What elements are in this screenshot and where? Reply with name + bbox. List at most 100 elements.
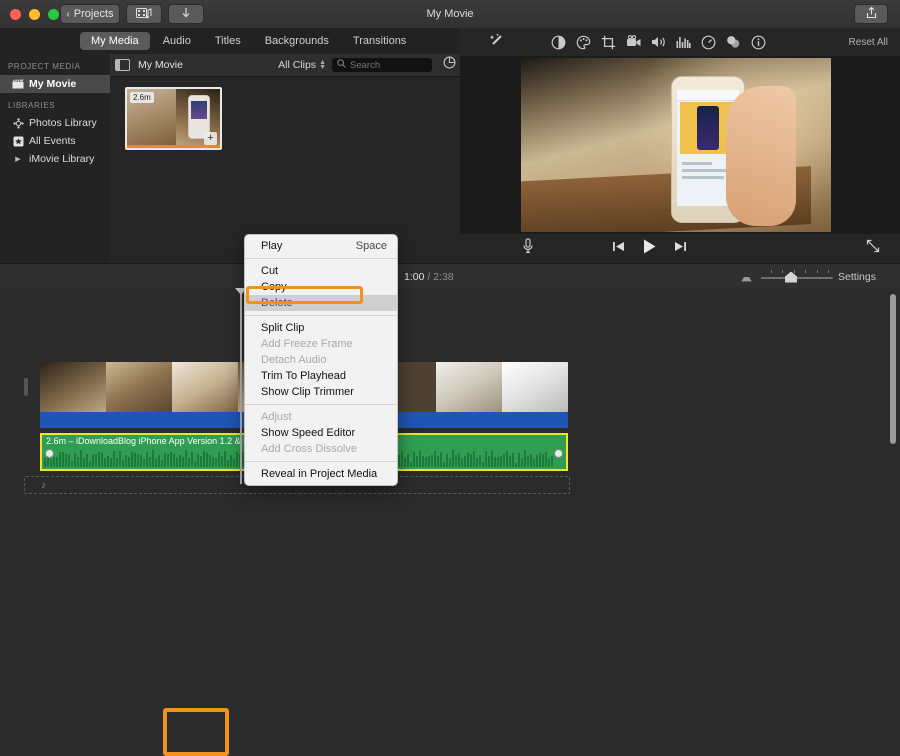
video-viewer[interactable] xyxy=(460,56,900,234)
menu-item-label: Add Freeze Frame xyxy=(261,338,353,350)
sidebar-section-project-media: Project Media xyxy=(8,62,81,71)
timeline-toolbar: 1:00 / 2:38 Settings xyxy=(0,263,900,290)
menu-item-cut[interactable]: Cut xyxy=(245,263,397,279)
info-icon[interactable] xyxy=(750,34,767,51)
color-balance-icon[interactable] xyxy=(550,34,567,51)
search-input[interactable]: Search xyxy=(332,58,432,72)
menu-separator xyxy=(245,315,397,316)
reset-all-button[interactable]: Reset All xyxy=(849,37,888,48)
tab-audio[interactable]: Audio xyxy=(152,32,202,50)
menu-item-trim-to-playhead[interactable]: Trim To Playhead xyxy=(245,368,397,384)
slider-knob[interactable] xyxy=(785,271,798,283)
menu-item-reveal-in-project-media[interactable]: Reveal in Project Media xyxy=(245,466,397,482)
microphone-icon[interactable] xyxy=(522,238,534,259)
sidebar-item-my-movie[interactable]: My Movie xyxy=(0,75,110,93)
menu-separator xyxy=(245,258,397,259)
menu-item-label: Detach Audio xyxy=(261,354,327,366)
context-menu[interactable]: Play Space Cut Copy Delete Split Clip Add Free… xyxy=(244,234,398,486)
settings-button[interactable]: Settings xyxy=(838,271,876,283)
preview-pane: Reset All xyxy=(460,28,900,263)
timeline[interactable]: 2.6m – iDownloadBlog iPhone App Version … xyxy=(0,288,900,756)
menu-item-add-freeze-frame: Add Freeze Frame xyxy=(245,336,397,352)
clapperboard-icon xyxy=(12,78,24,90)
app-card-image xyxy=(697,106,719,150)
menu-item-show-speed-editor[interactable]: Show Speed Editor xyxy=(245,425,397,441)
media-clip-thumbnail[interactable]: 2.6m + xyxy=(125,87,222,150)
search-placeholder: Search xyxy=(350,59,381,71)
sidebar-item-imovie-library[interactable]: ▶ iMovie Library xyxy=(0,150,110,168)
title-bar: ‹ Projects My Movie xyxy=(0,0,900,29)
sidebar-item-label: My Movie xyxy=(29,78,77,90)
clip-selection-strip xyxy=(127,145,220,148)
share-button[interactable] xyxy=(854,4,888,24)
fade-handle-left[interactable] xyxy=(45,449,54,458)
menu-item-play[interactable]: Play Space xyxy=(245,238,397,254)
transport-controls xyxy=(460,234,900,263)
menu-item-label: Adjust xyxy=(261,411,292,423)
tab-my-media[interactable]: My Media xyxy=(80,32,150,50)
total-time: 2:38 xyxy=(433,270,454,283)
clip-filter-dropdown[interactable]: All Clips ▲ ▼ xyxy=(278,59,326,71)
menu-item-adjust: Adjust xyxy=(245,409,397,425)
crop-icon[interactable] xyxy=(600,34,617,51)
zoom-out-icon[interactable] xyxy=(741,272,752,281)
playhead[interactable] xyxy=(235,288,247,484)
enhance-button[interactable] xyxy=(482,32,512,53)
skip-next-icon[interactable] xyxy=(674,240,687,258)
tab-titles[interactable]: Titles xyxy=(204,32,252,50)
hand xyxy=(726,86,796,226)
timecode-display: 1:00 / 2:38 xyxy=(404,271,454,283)
video-frame-thumbnail xyxy=(106,362,172,412)
star-icon xyxy=(12,135,24,147)
stabilization-icon[interactable] xyxy=(625,34,642,51)
adjustment-icons xyxy=(550,34,767,51)
disclosure-triangle-icon[interactable]: ▶ xyxy=(12,153,24,165)
video-frame-thumbnail xyxy=(436,362,502,412)
window-title: My Movie xyxy=(426,8,474,20)
magic-wand-icon xyxy=(489,32,505,53)
fade-handle-right[interactable] xyxy=(554,449,563,458)
sidebar-item-label: Photos Library xyxy=(29,117,97,129)
sidebar-item-all-events[interactable]: All Events xyxy=(0,132,110,150)
menu-item-show-clip-trimmer[interactable]: Show Clip Trimmer xyxy=(245,384,397,400)
zoom-slider[interactable] xyxy=(761,269,834,283)
tab-transitions[interactable]: Transitions xyxy=(342,32,417,50)
app-text-line xyxy=(682,176,724,179)
search-icon xyxy=(337,59,346,71)
playback-buttons xyxy=(612,238,687,260)
tab-list: My Media Audio Titles Backgrounds Transi… xyxy=(80,28,417,54)
speed-icon[interactable] xyxy=(700,34,717,51)
volume-icon[interactable] xyxy=(650,34,667,51)
play-icon[interactable] xyxy=(641,238,658,260)
menu-item-label: Show Speed Editor xyxy=(261,427,356,439)
menu-item-add-cross-dissolve: Add Cross Dissolve xyxy=(245,441,397,457)
skip-previous-icon[interactable] xyxy=(612,240,625,258)
timeline-grip[interactable] xyxy=(24,378,28,396)
menu-item-split-clip[interactable]: Split Clip xyxy=(245,320,397,336)
equalizer-icon[interactable] xyxy=(675,34,692,51)
slider-track xyxy=(761,276,834,279)
color-correction-icon[interactable] xyxy=(575,34,592,51)
plus-icon[interactable]: + xyxy=(204,132,217,145)
expand-arrows-icon[interactable] xyxy=(866,239,880,258)
menu-separator xyxy=(245,461,397,462)
photos-icon xyxy=(12,117,24,129)
app-text-line xyxy=(682,162,712,165)
app-text-line xyxy=(682,169,732,172)
share-icon xyxy=(866,6,877,22)
filters-icon[interactable] xyxy=(725,34,742,51)
tab-backgrounds[interactable]: Backgrounds xyxy=(254,32,340,50)
app-header xyxy=(677,90,739,101)
menu-item-label: Play xyxy=(261,240,283,252)
sidebar-item-label: iMovie Library xyxy=(29,153,95,165)
sidebar-item-photos-library[interactable]: Photos Library xyxy=(0,114,110,132)
zoom-control[interactable]: Settings xyxy=(737,269,890,285)
browser-settings-button[interactable] xyxy=(438,56,460,74)
sidebar-toggle-button[interactable] xyxy=(110,59,134,71)
menu-separator xyxy=(245,404,397,405)
timeline-scrollbar[interactable] xyxy=(890,294,896,444)
clip-duration-badge: 2.6m xyxy=(130,92,154,103)
browser-title: My Movie xyxy=(138,59,183,71)
menu-item-label: Trim To Playhead xyxy=(261,370,346,382)
imovie-window: ‹ Projects My Movie My Media Audio Title… xyxy=(0,0,900,756)
